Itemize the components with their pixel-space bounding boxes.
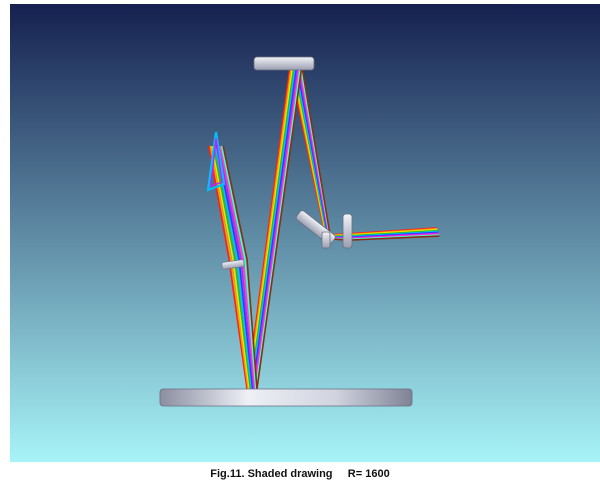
diffraction-grating xyxy=(159,388,413,407)
lens-element-1 xyxy=(342,213,353,249)
collimator-mirror xyxy=(253,56,315,71)
optical-system-diagram xyxy=(10,4,600,462)
figure-caption: Fig.11. Shaded drawing R= 1600 xyxy=(210,468,390,480)
lens-element-2 xyxy=(321,231,331,249)
